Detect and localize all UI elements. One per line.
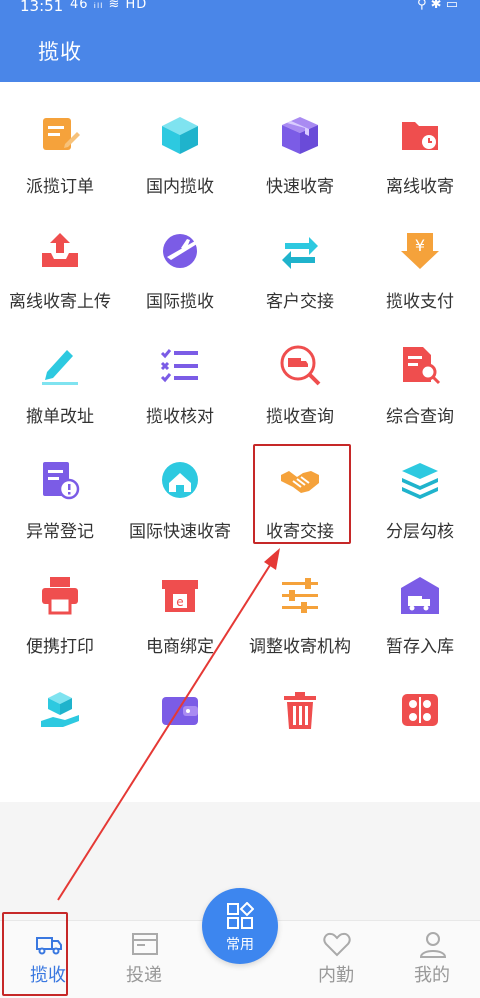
grid-item-transfer[interactable] bbox=[360, 675, 480, 785]
grid-item-domestic-pickup[interactable]: 国内揽收 bbox=[120, 100, 240, 210]
grid-item-trash[interactable] bbox=[240, 675, 360, 785]
grid-item-label: 派揽订单 bbox=[26, 177, 94, 197]
tab-label: 内勤 bbox=[318, 965, 354, 986]
trash-icon bbox=[284, 692, 316, 729]
signal-wifi-indicator: 46 ᵢₗₗ ≋ HD bbox=[70, 0, 148, 12]
grid-item-label: 客户交接 bbox=[266, 292, 334, 312]
person-icon bbox=[419, 932, 447, 958]
page-title: 揽收 bbox=[38, 40, 82, 64]
grid-item-label: 便携打印 bbox=[26, 637, 94, 657]
clipboard-edit-icon bbox=[43, 118, 80, 150]
grid-item-label: 揽收支付 bbox=[386, 292, 454, 312]
grid-item-pickup-query[interactable]: 揽收查询 bbox=[240, 330, 360, 440]
grid-item-label: 国际快速收寄 bbox=[129, 522, 231, 542]
tab-label: 揽收 bbox=[30, 965, 66, 986]
tab-label: 常用 bbox=[226, 937, 254, 953]
grid-item-label: 电商绑定 bbox=[146, 637, 214, 657]
app-header: 揽收 bbox=[0, 18, 480, 82]
svg-text:¥: ¥ bbox=[415, 236, 425, 255]
grid-item-general-query[interactable]: 综合查询 bbox=[360, 330, 480, 440]
grid-diamond-icon bbox=[227, 902, 254, 929]
grid-item-dispatch-order[interactable]: 派揽订单 bbox=[0, 100, 120, 210]
document-search-icon bbox=[403, 347, 441, 385]
layers-icon bbox=[402, 463, 438, 499]
truck-search-icon bbox=[280, 345, 321, 386]
pencil-edit-icon bbox=[42, 350, 78, 385]
svg-text:e: e bbox=[176, 595, 183, 609]
wallet-icon bbox=[162, 697, 198, 725]
checklist-icon bbox=[160, 349, 198, 383]
grid-item-customer-handover[interactable]: 客户交接 bbox=[240, 215, 360, 325]
tab-mine[interactable]: 我的 bbox=[384, 921, 480, 998]
grid-item-label: 国际揽收 bbox=[146, 292, 214, 312]
grid-item-label: 揽收核对 bbox=[146, 407, 214, 427]
card-icon bbox=[132, 933, 158, 955]
grid-item-portable-print[interactable]: 便携打印 bbox=[0, 560, 120, 670]
grid-item-hand-box[interactable] bbox=[0, 675, 120, 785]
grid-item-layer-check[interactable]: 分层勾核 bbox=[360, 445, 480, 555]
truck-icon bbox=[36, 937, 62, 955]
parcel-box-icon bbox=[282, 117, 318, 154]
grid-item-temp-storage[interactable]: 暂存入库 bbox=[360, 560, 480, 670]
grid-item-label: 分层勾核 bbox=[386, 522, 454, 542]
tab-pickup[interactable]: 揽收 bbox=[0, 921, 96, 998]
transfer-icon bbox=[402, 694, 438, 726]
grid-item-offline-mail[interactable]: 离线收寄 bbox=[360, 100, 480, 210]
grid-item-label: 快速收寄 bbox=[266, 177, 334, 197]
grid-item-label: 揽收查询 bbox=[266, 407, 334, 427]
sliders-icon bbox=[282, 578, 318, 613]
plane-globe-icon bbox=[163, 234, 197, 268]
grid-item-label: 调整收寄机构 bbox=[249, 637, 351, 657]
yen-down-icon: ¥ bbox=[401, 233, 439, 269]
grid-item-intl-pickup[interactable]: 国际揽收 bbox=[120, 215, 240, 325]
grid-item-offline-upload[interactable]: 离线收寄上传 bbox=[0, 215, 120, 325]
swap-arrows-icon bbox=[282, 237, 318, 269]
grid-item-quick-mail[interactable]: 快速收寄 bbox=[240, 100, 360, 210]
grid-item-label: 暂存入库 bbox=[386, 637, 454, 657]
hand-box-icon bbox=[41, 692, 79, 727]
grid-item-label: 撤单改址 bbox=[26, 407, 94, 427]
tab-common[interactable]: 常用 bbox=[202, 888, 278, 964]
grid-item-label: 收寄交接 bbox=[266, 522, 334, 542]
grid-item-intl-quick-mail[interactable]: 国际快速收寄 bbox=[120, 445, 240, 555]
handshake-icon bbox=[281, 471, 319, 493]
document-alert-icon bbox=[43, 462, 80, 500]
tab-label: 我的 bbox=[414, 965, 450, 986]
heart-icon bbox=[323, 932, 351, 957]
grid-item-label: 国内揽收 bbox=[146, 177, 214, 197]
printer-icon bbox=[42, 577, 78, 615]
status-time: 13:51 bbox=[20, 0, 64, 15]
upload-tray-icon bbox=[42, 233, 78, 267]
grid-item-pickup-check[interactable]: 揽收核对 bbox=[120, 330, 240, 440]
grid-item-pickup-payment[interactable]: ¥ 揽收支付 bbox=[360, 215, 480, 325]
status-bar: 13:51 46 ᵢₗₗ ≋ HD ⚲ ✱ ▭ bbox=[0, 0, 480, 18]
grid-item-mail-handover[interactable]: 收寄交接 bbox=[240, 445, 360, 555]
folder-clock-icon bbox=[402, 122, 438, 150]
grid-item-label: 离线收寄 bbox=[386, 177, 454, 197]
box-cube-icon bbox=[162, 117, 198, 154]
grid-item-cancel-readdress[interactable]: 撤单改址 bbox=[0, 330, 120, 440]
tab-label: 投递 bbox=[126, 965, 162, 986]
grid-item-label: 综合查询 bbox=[386, 407, 454, 427]
warehouse-truck-icon bbox=[401, 577, 439, 614]
tab-office[interactable]: 内勤 bbox=[288, 921, 384, 998]
globe-house-icon bbox=[162, 462, 198, 498]
grid-item-adjust-agency[interactable]: 调整收寄机构 bbox=[240, 560, 360, 670]
shop-icon: e bbox=[162, 580, 198, 612]
grid-item-wallet[interactable] bbox=[120, 675, 240, 785]
tab-delivery[interactable]: 投递 bbox=[96, 921, 192, 998]
grid-item-exception-register[interactable]: 异常登记 bbox=[0, 445, 120, 555]
grid-item-label: 离线收寄上传 bbox=[9, 292, 111, 312]
grid-item-ecommerce-bind[interactable]: e 电商绑定 bbox=[120, 560, 240, 670]
grid-item-label: 异常登记 bbox=[26, 522, 94, 542]
status-right-icons: ⚲ ✱ ▭ bbox=[417, 0, 458, 12]
